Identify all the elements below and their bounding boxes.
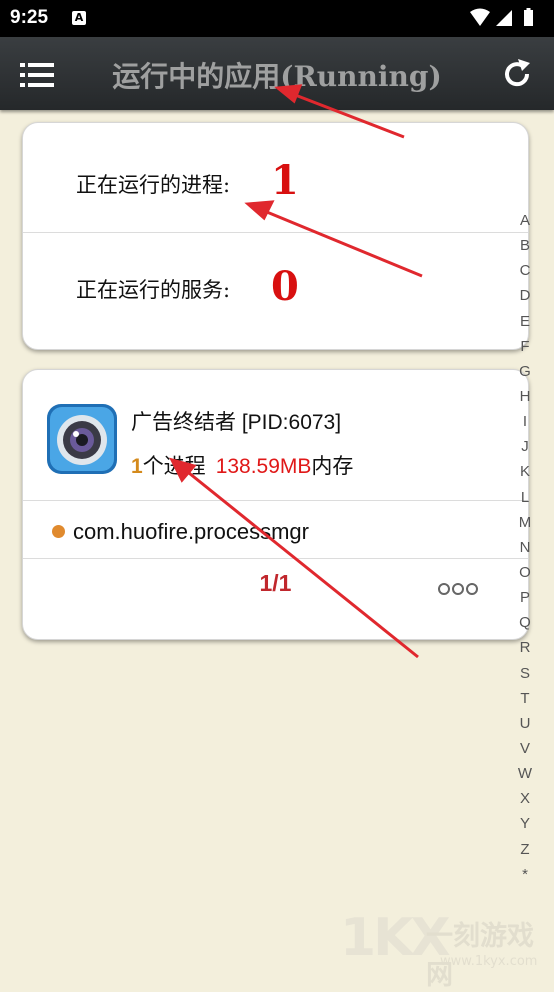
app-stats: 1个进程 138.59MB内存 [131,450,353,480]
app-process-label: 个进程 [142,455,206,478]
alphabet-index[interactable]: A B C D E F G H I J K L M N O P Q R S T U V W X Y Z * [514,210,536,886]
services-count: 0 [271,263,299,310]
app-toolbar: 运行中的应用(Running) [0,37,554,110]
alphabet-letter[interactable]: K [520,461,530,483]
processes-count: 1 [271,157,299,204]
package-name: com.huofire.processmgr [73,519,309,544]
alphabet-letter[interactable]: D [520,285,531,307]
status-bar: 9:25 A [0,0,554,37]
divider [23,500,528,501]
alphabet-letter[interactable]: U [520,713,531,735]
more-options-icon[interactable] [438,582,478,596]
watermark-text: 一刻游戏网 [426,921,534,991]
alphabet-letter[interactable]: W [518,763,532,785]
alphabet-letter[interactable]: X [520,788,530,810]
alphabet-letter[interactable]: Z [520,839,529,861]
alphabet-letter[interactable]: L [521,487,529,509]
summary-card: 正在运行的进程: 1 正在运行的服务: 0 [22,122,529,350]
alphabet-letter[interactable]: R [520,637,531,659]
signal-icon [496,10,512,26]
alphabet-letter[interactable]: I [523,411,527,433]
alphabet-letter[interactable]: V [520,738,530,760]
process-card: 广告终结者 [PID:6073] 1个进程 138.59MB内存 com.huof… [22,369,529,640]
app-process-count: 1 [131,455,143,478]
alphabet-letter[interactable]: * [522,864,528,886]
system-status-icons [470,8,533,26]
alphabet-letter[interactable]: B [520,235,530,257]
watermark: 1KX 一刻游戏网 www.1kyx.com [340,908,554,991]
app-name: 广告终结者 [PID:6073] [131,411,342,434]
alphabet-letter[interactable]: G [519,361,531,383]
alphabet-letter[interactable]: S [520,663,530,685]
alphabet-letter[interactable]: J [521,436,529,458]
alphabet-letter[interactable]: T [520,688,529,710]
status-time: 9:25 [10,7,49,28]
package-bullet-icon [52,525,65,538]
app-memory-value: 138.59MB [215,455,312,478]
alphabet-letter[interactable]: Q [519,612,531,634]
watermark-url: www.1kyx.com [440,954,538,969]
wifi-icon [470,8,490,26]
alphabet-letter[interactable]: M [519,512,532,534]
app-row[interactable]: 广告终结者 [PID:6073] 1个进程 138.59MB内存 [23,370,528,500]
notification-badge-icon: A [72,11,86,25]
alphabet-letter[interactable]: P [520,587,530,609]
alphabet-letter[interactable]: N [520,537,531,559]
app-memory-label: 内存 [311,455,354,478]
page-title: 运行中的应用(Running) [112,60,442,93]
alphabet-letter[interactable]: F [520,336,529,358]
divider [23,232,528,233]
app-camera-icon [47,404,117,474]
menu-icon[interactable] [20,61,54,89]
alphabet-letter[interactable]: C [520,260,531,282]
alphabet-letter[interactable]: A [520,210,530,232]
alphabet-letter[interactable]: Y [520,813,530,835]
battery-icon [524,10,533,26]
alphabet-letter[interactable]: H [520,386,531,408]
alphabet-letter[interactable]: O [519,562,531,584]
alphabet-letter[interactable]: E [520,311,530,333]
refresh-icon[interactable] [500,57,534,91]
divider [23,558,528,559]
processes-label: 正在运行的进程: [76,173,231,197]
services-label: 正在运行的服务: [76,278,231,302]
